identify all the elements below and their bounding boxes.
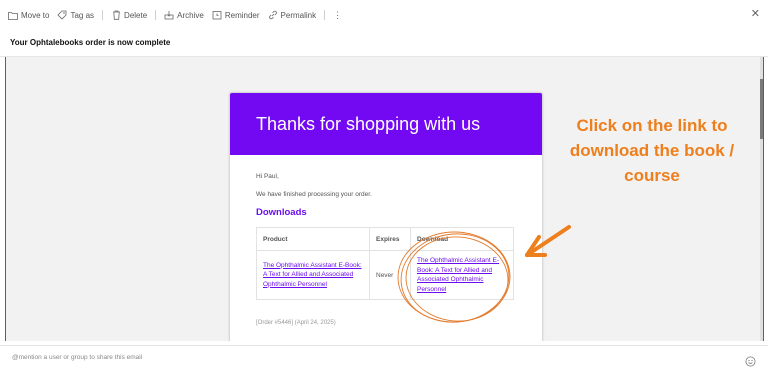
close-icon[interactable]: ✕ (751, 9, 760, 20)
annotation-overlay (397, 225, 571, 323)
alarm-clock-icon (212, 10, 222, 20)
arrow-icon (525, 225, 571, 257)
archive-icon (164, 10, 174, 20)
emoji-icon[interactable] (745, 354, 756, 367)
reminder-button[interactable]: Reminder (212, 10, 260, 20)
reminder-label: Reminder (224, 10, 260, 20)
toolbar-divider (324, 10, 326, 20)
move-to-button[interactable]: Move to (8, 10, 49, 20)
toolbar-divider (102, 10, 104, 20)
email-preview-pane: Thanks for shopping with us Hi Paul, We … (5, 57, 764, 341)
folder-icon (8, 10, 18, 20)
share-mention-input[interactable] (10, 353, 714, 362)
toolbar-divider (155, 10, 157, 20)
email-subject: Your Ophtalebooks order is now complete (10, 38, 171, 47)
archive-button[interactable]: Archive (164, 10, 204, 20)
preview-scrollbar-thumb[interactable] (760, 79, 763, 139)
tag-as-button[interactable]: Tag as (57, 10, 94, 20)
trash-icon (111, 10, 121, 20)
permalink-label: Permalink (280, 10, 317, 20)
delete-button[interactable]: Delete (111, 10, 147, 20)
delete-label: Delete (124, 10, 148, 20)
permalink-button[interactable]: Permalink (268, 10, 317, 20)
archive-label: Archive (177, 10, 204, 20)
move-to-label: Move to (21, 10, 50, 20)
highlight-circle (397, 231, 511, 323)
message-toolbar: Move to Tag as Delete Archive Reminder P… (0, 0, 768, 30)
annotation-text: Click on the link to download the book /… (569, 116, 735, 185)
share-bar (0, 345, 768, 374)
preview-scrollbar[interactable] (760, 57, 763, 341)
link-icon (268, 10, 278, 20)
tag-icon (57, 10, 67, 20)
tag-as-label: Tag as (70, 10, 95, 20)
more-vertical-icon[interactable]: ⋮ (333, 10, 342, 21)
